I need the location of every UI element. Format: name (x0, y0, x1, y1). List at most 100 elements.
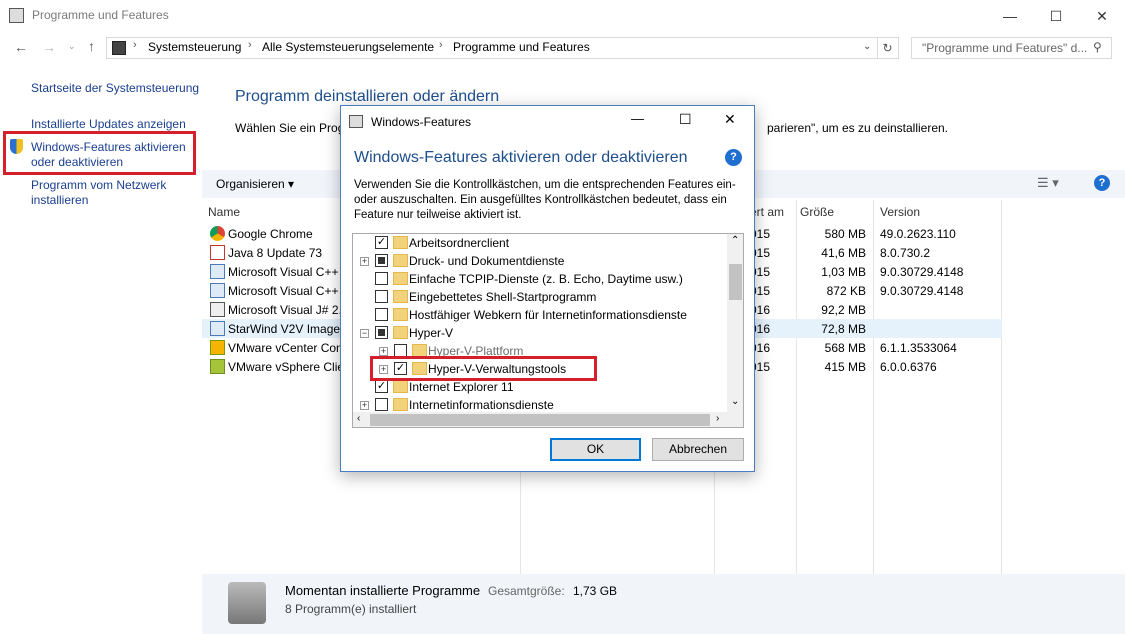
expand-icon[interactable]: + (379, 347, 388, 356)
program-size: 1,03 MB (821, 265, 866, 279)
sidebar-item-home[interactable]: Startseite der Systemsteuerung (31, 81, 201, 96)
program-version: 9.0.30729.4148 (880, 265, 964, 279)
program-size: 872 KB (826, 284, 866, 298)
folder-icon (393, 308, 408, 321)
scroll-down-icon[interactable]: ⌄ (731, 396, 739, 407)
program-name: Microsoft Visual C++ (228, 265, 339, 279)
help-icon[interactable]: ? (1094, 175, 1110, 191)
search-input[interactable]: "Programme und Features" d... ⚲ (911, 37, 1112, 59)
column-name[interactable]: Name (208, 205, 240, 219)
up-icon[interactable]: ↑ (88, 38, 95, 54)
back-icon[interactable]: ← (14, 39, 28, 55)
folder-icon (393, 326, 408, 339)
feature-checkbox[interactable] (375, 308, 388, 321)
scroll-right-icon[interactable]: › (716, 413, 719, 424)
control-panel-icon (112, 41, 126, 55)
program-version: 6.1.1.3533064 (880, 341, 957, 355)
horizontal-scrollbar[interactable]: ‹ › (353, 412, 727, 427)
program-name: Java 8 Update 73 (228, 246, 323, 260)
view-options-icon[interactable]: ☰ ▾ (1037, 175, 1059, 191)
feature-item[interactable]: Eingebettetes Shell-Startprogramm (353, 288, 728, 306)
sidebar-item-updates[interactable]: Installierte Updates anzeigen (31, 117, 201, 132)
dialog-maximize-button[interactable]: ☐ (679, 111, 692, 128)
dialog-description: Verwenden Sie die Kontrollkästchen, um d… (354, 179, 736, 221)
vertical-scrollbar[interactable]: ⌃ ⌄ (727, 234, 743, 412)
chevron-right-icon: › (248, 39, 252, 51)
folder-icon (393, 398, 408, 411)
feature-checkbox[interactable] (375, 326, 388, 339)
feature-item[interactable]: Hostfähiger Webkern für Internetinformat… (353, 306, 728, 324)
page-description-tail: parieren", um es zu deinstallieren. (767, 121, 949, 135)
program-name: StarWind V2V Image C (228, 322, 353, 336)
feature-label: Internetinformationsdienste (409, 398, 554, 412)
highlight-box (3, 131, 196, 175)
close-button[interactable]: ✕ (1079, 0, 1125, 32)
details-pane: Momentan installierte Programme Gesamtgr… (202, 574, 1125, 634)
java-icon (210, 245, 225, 260)
program-name: VMware vSphere Clie (228, 360, 345, 374)
feature-label: Hyper-V (409, 326, 454, 340)
address-dropdown-icon[interactable]: ⌄ (863, 41, 871, 52)
program-name: VMware vCenter Con (228, 341, 343, 355)
breadcrumb-item[interactable]: Programme und Features (453, 40, 590, 54)
scroll-thumb[interactable] (370, 414, 710, 426)
collapse-icon[interactable]: − (360, 329, 369, 338)
programs-disc-icon (228, 582, 266, 624)
feature-checkbox[interactable] (375, 398, 388, 411)
feature-checkbox[interactable]: ✓ (375, 380, 388, 393)
page-title: Programm deinstallieren oder ändern (235, 88, 500, 105)
expand-icon[interactable]: + (360, 257, 369, 266)
feature-label: Druck- und Dokumentdienste (409, 254, 565, 268)
feature-item[interactable]: Einfache TCPIP-Dienste (z. B. Echo, Dayt… (353, 270, 728, 288)
ok-button[interactable]: OK (550, 438, 641, 461)
scroll-thumb[interactable] (729, 264, 742, 300)
column-size[interactable]: Größe (800, 205, 834, 219)
vmware-icon (210, 340, 225, 355)
recent-dropdown-icon[interactable]: ⌄ (68, 41, 76, 52)
feature-item[interactable]: + Druck- und Dokumentdienste (353, 252, 728, 270)
program-size: 415 MB (824, 360, 866, 374)
feature-label: Einfache TCPIP-Dienste (z. B. Echo, Dayt… (409, 272, 683, 286)
cancel-button[interactable]: Abbrechen (652, 438, 744, 461)
installer-icon (210, 321, 225, 336)
forward-icon[interactable]: → (42, 39, 56, 55)
dialog-heading: Windows-Features aktivieren oder deaktiv… (354, 149, 688, 166)
organize-label: Organisieren (216, 177, 285, 191)
feature-checkbox[interactable]: ✓ (375, 236, 388, 249)
program-version: 49.0.2623.110 (880, 227, 956, 241)
search-icon[interactable]: ⚲ (1093, 40, 1102, 54)
jsharp-icon (210, 302, 225, 317)
window-title: Programme und Features (32, 8, 169, 22)
folder-icon (393, 380, 408, 393)
maximize-button[interactable]: ☐ (1033, 0, 1079, 32)
feature-checkbox[interactable] (375, 272, 388, 285)
column-installed[interactable]: ert am (750, 205, 784, 219)
program-version: 6.0.0.6376 (880, 360, 937, 374)
dialog-close-button[interactable]: ✕ (724, 111, 736, 128)
program-size: 92,2 MB (821, 303, 866, 317)
installer-icon (210, 283, 225, 298)
scroll-left-icon[interactable]: ‹ (357, 413, 360, 424)
breadcrumb-item[interactable]: Systemsteuerung (148, 40, 241, 54)
refresh-button[interactable]: ↻ (877, 37, 899, 59)
scroll-up-icon[interactable]: ⌃ (731, 235, 739, 246)
scroll-corner (727, 412, 743, 427)
folder-icon (393, 254, 408, 267)
column-version[interactable]: Version (880, 205, 920, 219)
dialog-app-icon (349, 115, 363, 128)
dialog-minimize-button[interactable]: — (631, 111, 644, 126)
program-version: 9.0.30729.4148 (880, 284, 964, 298)
dialog-help-icon[interactable]: ? (725, 149, 742, 166)
expand-icon[interactable]: + (360, 401, 369, 410)
sidebar-item-network-install[interactable]: Programm vom Netzwerk installieren (31, 178, 181, 208)
minimize-button[interactable]: — (987, 0, 1033, 32)
feature-item[interactable]: ✓ Arbeitsordnerclient (353, 234, 728, 252)
chevron-right-icon: › (133, 39, 137, 51)
feature-checkbox[interactable] (375, 254, 388, 267)
breadcrumb-item[interactable]: Alle Systemsteuerungselemente (262, 40, 434, 54)
organize-button[interactable]: Organisieren ▾ (216, 177, 294, 191)
feature-checkbox[interactable] (375, 290, 388, 303)
program-size: 580 MB (824, 227, 866, 241)
page-description: Wählen Sie ein Prog (235, 121, 345, 135)
feature-item[interactable]: − Hyper-V (353, 324, 728, 342)
